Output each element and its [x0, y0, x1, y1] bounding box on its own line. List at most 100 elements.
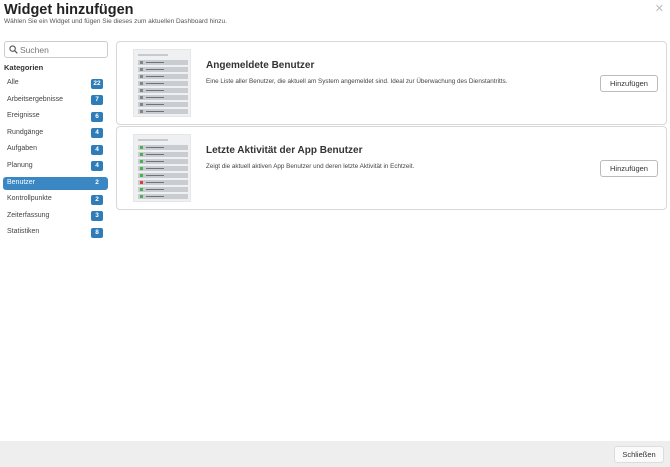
widget-description: Zeigt die aktuell aktiven App Benutzer u…: [206, 163, 415, 170]
widget-preview-thumbnail: [133, 49, 191, 117]
widget-description: Eine Liste aller Benutzer, die aktuell a…: [206, 78, 508, 85]
preview-row: [138, 95, 188, 100]
category-label: Zeiterfassung: [7, 211, 50, 219]
preview-row-marker: [140, 110, 143, 113]
category-item[interactable]: Alle 22: [3, 77, 108, 90]
preview-row: [138, 81, 188, 86]
preview-row-marker: [140, 146, 143, 149]
preview-row-marker: [140, 181, 143, 184]
preview-row-line: [146, 147, 164, 149]
preview-row: [138, 60, 188, 65]
preview-row-line: [146, 189, 164, 191]
category-label: Ereignisse: [7, 112, 40, 120]
preview-row: [138, 67, 188, 72]
add-widget-button[interactable]: Hinzufügen: [600, 160, 658, 177]
preview-row-marker: [140, 75, 143, 78]
preview-row-marker: [140, 96, 143, 99]
preview-header-line: [138, 54, 168, 56]
widget-preview-thumbnail: [133, 134, 191, 202]
preview-row-line: [146, 69, 164, 71]
category-count-badge: 7: [91, 95, 103, 106]
category-label: Benutzer: [7, 178, 36, 186]
category-label: Rundgänge: [7, 128, 44, 136]
category-label: Aufgaben: [7, 145, 37, 153]
category-item[interactable]: Kontrollpunkte 2: [3, 193, 108, 206]
dialog-subtitle: Wählen Sie ein Widget und fügen Sie dies…: [4, 18, 227, 25]
categories-heading: Kategorien: [4, 63, 44, 72]
preview-row-marker: [140, 61, 143, 64]
category-item[interactable]: Planung 4: [3, 160, 108, 173]
search-box[interactable]: [4, 41, 108, 58]
preview-row: [138, 109, 188, 114]
category-count-badge: 2: [95, 179, 99, 187]
dialog-title: Widget hinzufügen: [4, 2, 134, 18]
category-item[interactable]: Zeiterfassung 3: [3, 210, 108, 223]
preview-row: [138, 159, 188, 164]
preview-row: [138, 74, 188, 79]
preview-row: [138, 152, 188, 157]
widget-title: Letzte Aktivität der App Benutzer: [206, 145, 363, 156]
category-count-badge: 4: [91, 144, 103, 155]
category-label: Statistiken: [7, 228, 40, 236]
preview-row-line: [146, 83, 164, 85]
preview-row-line: [146, 90, 164, 92]
category-item[interactable]: Aufgaben 4: [3, 143, 108, 156]
category-count-badge: 2: [91, 194, 103, 205]
preview-row-line: [146, 196, 164, 198]
add-widget-button[interactable]: Hinzufügen: [600, 75, 658, 92]
preview-row-marker: [140, 195, 143, 198]
preview-row-marker: [140, 153, 143, 156]
preview-row-line: [146, 154, 164, 156]
preview-row: [138, 194, 188, 199]
category-label: Arbeitsergebnisse: [7, 95, 64, 103]
dialog-header: Widget hinzufügen Wählen Sie ein Widget …: [0, 0, 670, 30]
category-item[interactable]: Arbeitsergebnisse 7: [3, 94, 108, 107]
category-label: Alle: [7, 79, 19, 86]
category-item[interactable]: Ereignisse 6: [3, 110, 108, 123]
preview-row-line: [146, 175, 164, 177]
preview-row: [138, 102, 188, 107]
preview-row-line: [146, 111, 164, 113]
category-count-badge: 8: [91, 227, 103, 238]
preview-row-marker: [140, 82, 143, 85]
category-count-badge: 22: [91, 78, 103, 89]
preview-row-line: [146, 97, 164, 99]
add-widget-dialog: Widget hinzufügen Wählen Sie ein Widget …: [0, 0, 670, 467]
search-icon: [9, 45, 18, 54]
category-label: Planung: [7, 161, 33, 169]
widget-card-last-app-activity: Letzte Aktivität der App Benutzer Zeigt …: [116, 126, 667, 210]
preview-row-line: [146, 62, 164, 64]
preview-row: [138, 180, 188, 185]
preview-row-marker: [140, 188, 143, 191]
preview-row-marker: [140, 68, 143, 71]
category-item[interactable]: Benutzer 2: [3, 176, 108, 190]
widget-title: Angemeldete Benutzer: [206, 60, 315, 71]
category-list: Alle 22 Arbeitsergebnisse 7 Ereignisse 6 Rundg…: [3, 77, 108, 243]
preview-row-marker: [140, 160, 143, 163]
close-button[interactable]: Schließen: [614, 446, 664, 463]
preview-row: [138, 173, 188, 178]
preview-row-line: [146, 104, 164, 106]
preview-row-marker: [140, 103, 143, 106]
preview-row: [138, 166, 188, 171]
category-label: Kontrollpunkte: [7, 195, 52, 203]
preview-row-line: [146, 168, 164, 170]
category-count-badge: 3: [91, 211, 103, 222]
preview-row-marker: [140, 89, 143, 92]
preview-row-marker: [140, 174, 143, 177]
category-count-badge: 4: [91, 161, 103, 172]
widget-card-logged-in-users: Angemeldete Benutzer Eine Liste aller Be…: [116, 41, 667, 125]
preview-row-line: [146, 161, 164, 163]
preview-row-marker: [140, 167, 143, 170]
search-input[interactable]: [20, 43, 106, 56]
dialog-footer: Schließen: [0, 441, 670, 467]
category-item[interactable]: Rundgänge 4: [3, 127, 108, 140]
close-icon[interactable]: ✕: [655, 2, 664, 15]
preview-row-line: [146, 76, 164, 78]
preview-row: [138, 145, 188, 150]
preview-header-line: [138, 139, 168, 141]
category-item[interactable]: Statistiken 8: [3, 226, 108, 239]
category-count-badge: 4: [91, 128, 103, 139]
preview-row: [138, 187, 188, 192]
category-count-badge: 6: [91, 111, 103, 122]
